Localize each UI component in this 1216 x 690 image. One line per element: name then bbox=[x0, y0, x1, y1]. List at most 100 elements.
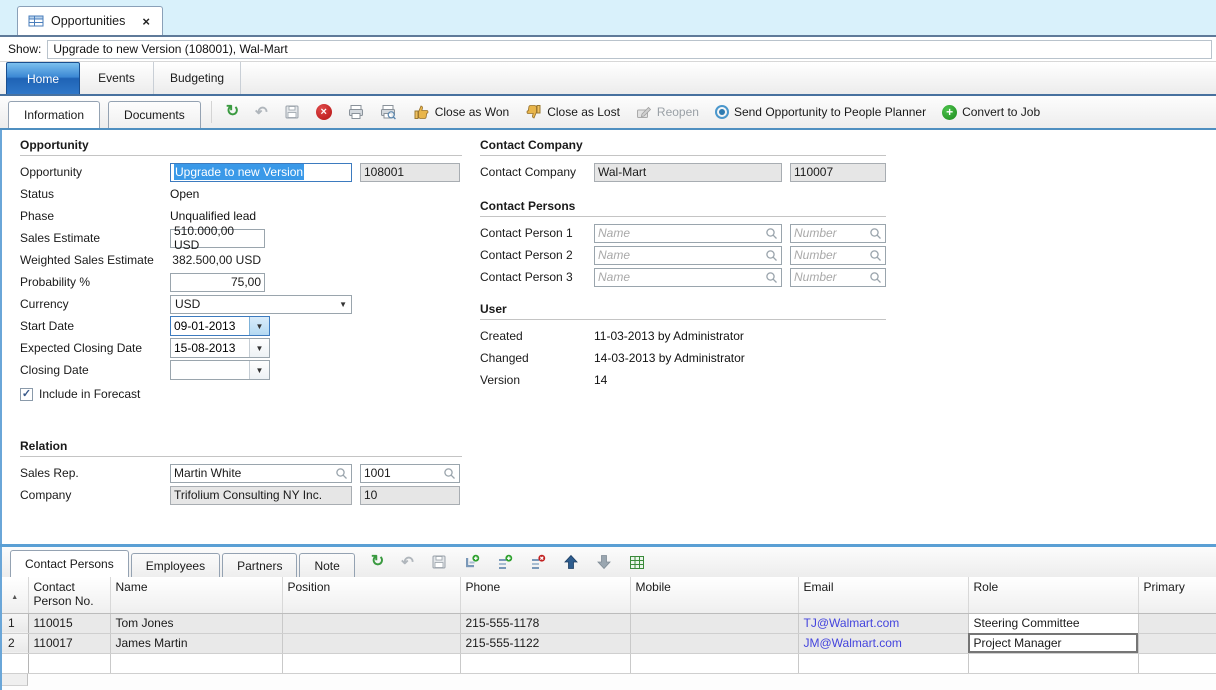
grid-cell-phone[interactable]: 215-555-1122 bbox=[460, 633, 630, 653]
grid-cell[interactable] bbox=[798, 653, 968, 673]
column-header-role[interactable]: Role bbox=[968, 577, 1138, 613]
contact-person-3-number-field[interactable] bbox=[794, 269, 869, 286]
close-as-lost-button[interactable]: Close as Lost bbox=[521, 102, 624, 122]
sales-rep-number-input[interactable]: 1001 bbox=[360, 464, 460, 483]
tab-documents[interactable]: Documents bbox=[108, 101, 201, 128]
sales-estimate-input[interactable]: 510.000,00 USD bbox=[170, 229, 265, 248]
closing-date-dropdown-button[interactable]: ▼ bbox=[249, 361, 269, 379]
expected-closing-date-picker[interactable]: ▼ bbox=[170, 338, 270, 358]
contact-person-1-name-field[interactable] bbox=[598, 225, 765, 242]
insert-row-button[interactable] bbox=[493, 552, 517, 572]
tab-employees[interactable]: Employees bbox=[131, 553, 220, 577]
grid-cell-primary[interactable] bbox=[1138, 613, 1216, 633]
grid-cell[interactable] bbox=[460, 653, 630, 673]
grid-cell-role-focused[interactable]: Project Manager bbox=[968, 633, 1138, 653]
closing-date-input[interactable] bbox=[171, 361, 249, 379]
column-header-primary[interactable]: Primary bbox=[1138, 577, 1216, 613]
refresh-button[interactable]: ↻ bbox=[222, 102, 243, 122]
grid-view-button[interactable] bbox=[625, 553, 649, 572]
contact-person-1-name-input[interactable] bbox=[594, 224, 782, 243]
grid-cell-role[interactable]: Steering Committee bbox=[968, 613, 1138, 633]
column-header-name[interactable]: Name bbox=[110, 577, 282, 613]
move-up-button[interactable] bbox=[559, 552, 583, 572]
expected-closing-date-dropdown-button[interactable]: ▼ bbox=[249, 339, 269, 357]
ribbon-tab-events[interactable]: Events bbox=[80, 62, 154, 94]
sales-rep-name-input[interactable]: Martin White bbox=[170, 464, 352, 483]
grid-cell-phone[interactable]: 215-555-1178 bbox=[460, 613, 630, 633]
currency-dropdown[interactable]: USD ▼ bbox=[170, 295, 352, 314]
grid-cell-email[interactable]: TJ@Walmart.com bbox=[798, 613, 968, 633]
table-row-empty[interactable] bbox=[2, 653, 1216, 673]
table-row[interactable]: 2 110017 James Martin 215-555-1122 JM@Wa… bbox=[2, 633, 1216, 653]
grid-cell-mobile[interactable] bbox=[630, 613, 798, 633]
include-in-forecast-checkbox[interactable]: ✓ bbox=[20, 388, 33, 401]
close-as-won-button[interactable]: Close as Won bbox=[409, 102, 513, 122]
grid-cell-name[interactable]: Tom Jones bbox=[110, 613, 282, 633]
print-button[interactable] bbox=[344, 102, 368, 122]
contact-person-2-name-field[interactable] bbox=[598, 247, 765, 264]
column-header-contact-person-no[interactable]: Contact Person No. bbox=[28, 577, 110, 613]
grid-cell-contact-person-no[interactable]: 110017 bbox=[28, 633, 110, 653]
contact-person-2-number-input[interactable] bbox=[790, 246, 886, 265]
grid-cell-position[interactable] bbox=[282, 633, 460, 653]
convert-to-job-button[interactable]: + Convert to Job bbox=[938, 103, 1044, 122]
grid-cell[interactable] bbox=[1138, 653, 1216, 673]
tab-partners[interactable]: Partners bbox=[222, 553, 297, 577]
contact-person-2-name-input[interactable] bbox=[594, 246, 782, 265]
grid-save-button[interactable] bbox=[427, 552, 451, 572]
grid-cell-primary[interactable] bbox=[1138, 633, 1216, 653]
reopen-button[interactable]: Reopen bbox=[632, 102, 703, 122]
send-to-people-planner-button[interactable]: Send Opportunity to People Planner bbox=[711, 103, 930, 121]
grid-cell-email[interactable]: JM@Walmart.com bbox=[798, 633, 968, 653]
contact-person-2-number-field[interactable] bbox=[794, 247, 869, 264]
probability-input[interactable]: 75,00 bbox=[170, 273, 265, 292]
close-icon[interactable]: × bbox=[142, 15, 150, 28]
contact-person-1-number-input[interactable] bbox=[790, 224, 886, 243]
grid-cell-position[interactable] bbox=[282, 613, 460, 633]
grid-cell[interactable] bbox=[110, 653, 282, 673]
contact-person-1-number-field[interactable] bbox=[794, 225, 869, 242]
move-down-button[interactable] bbox=[592, 552, 616, 572]
grid-cell-mobile[interactable] bbox=[630, 633, 798, 653]
save-icon bbox=[431, 554, 447, 570]
grid-cell[interactable] bbox=[630, 653, 798, 673]
row-number-cell[interactable]: 1 bbox=[2, 613, 28, 633]
grid-refresh-button[interactable]: ↻ bbox=[367, 552, 388, 572]
column-header-mobile[interactable]: Mobile bbox=[630, 577, 798, 613]
print-preview-button[interactable] bbox=[376, 102, 401, 122]
grid-cell-name[interactable]: James Martin bbox=[110, 633, 282, 653]
undo-button[interactable]: ↶ bbox=[251, 103, 272, 122]
ribbon-tab-budgeting[interactable]: Budgeting bbox=[154, 62, 241, 94]
grid-cell[interactable] bbox=[968, 653, 1138, 673]
tab-note[interactable]: Note bbox=[299, 553, 354, 577]
document-tab-opportunities[interactable]: Opportunities × bbox=[17, 6, 163, 35]
contact-person-3-name-input[interactable] bbox=[594, 268, 782, 287]
grid-cell[interactable] bbox=[282, 653, 460, 673]
tab-contact-persons[interactable]: Contact Persons bbox=[10, 550, 129, 577]
row-number-cell[interactable] bbox=[2, 653, 28, 673]
table-row[interactable]: 1 110015 Tom Jones 215-555-1178 TJ@Walma… bbox=[2, 613, 1216, 633]
ribbon-tab-home[interactable]: Home bbox=[6, 62, 80, 94]
start-date-picker[interactable]: ▼ bbox=[170, 316, 270, 336]
delete-row-button[interactable] bbox=[526, 552, 550, 572]
start-date-dropdown-button[interactable]: ▼ bbox=[249, 317, 269, 335]
row-number-header[interactable]: ▲ bbox=[2, 577, 28, 613]
expected-closing-date-input[interactable] bbox=[171, 339, 249, 357]
column-header-email[interactable]: Email bbox=[798, 577, 968, 613]
add-row-button[interactable] bbox=[460, 552, 484, 572]
grid-cell[interactable] bbox=[28, 653, 110, 673]
contact-person-3-name-field[interactable] bbox=[598, 269, 765, 286]
row-number-cell[interactable]: 2 bbox=[2, 633, 28, 653]
column-header-position[interactable]: Position bbox=[282, 577, 460, 613]
grid-cell-contact-person-no[interactable]: 110015 bbox=[28, 613, 110, 633]
contact-person-3-number-input[interactable] bbox=[790, 268, 886, 287]
closing-date-picker[interactable]: ▼ bbox=[170, 360, 270, 380]
opportunity-name-input[interactable]: Upgrade to new Version bbox=[170, 163, 352, 182]
column-header-phone[interactable]: Phone bbox=[460, 577, 630, 613]
save-button[interactable] bbox=[280, 102, 304, 122]
start-date-input[interactable] bbox=[171, 317, 249, 335]
grid-undo-button[interactable]: ↶ bbox=[397, 553, 418, 572]
tab-information[interactable]: Information bbox=[8, 101, 100, 128]
revert-button[interactable]: × bbox=[312, 102, 336, 122]
show-input[interactable] bbox=[47, 40, 1212, 59]
